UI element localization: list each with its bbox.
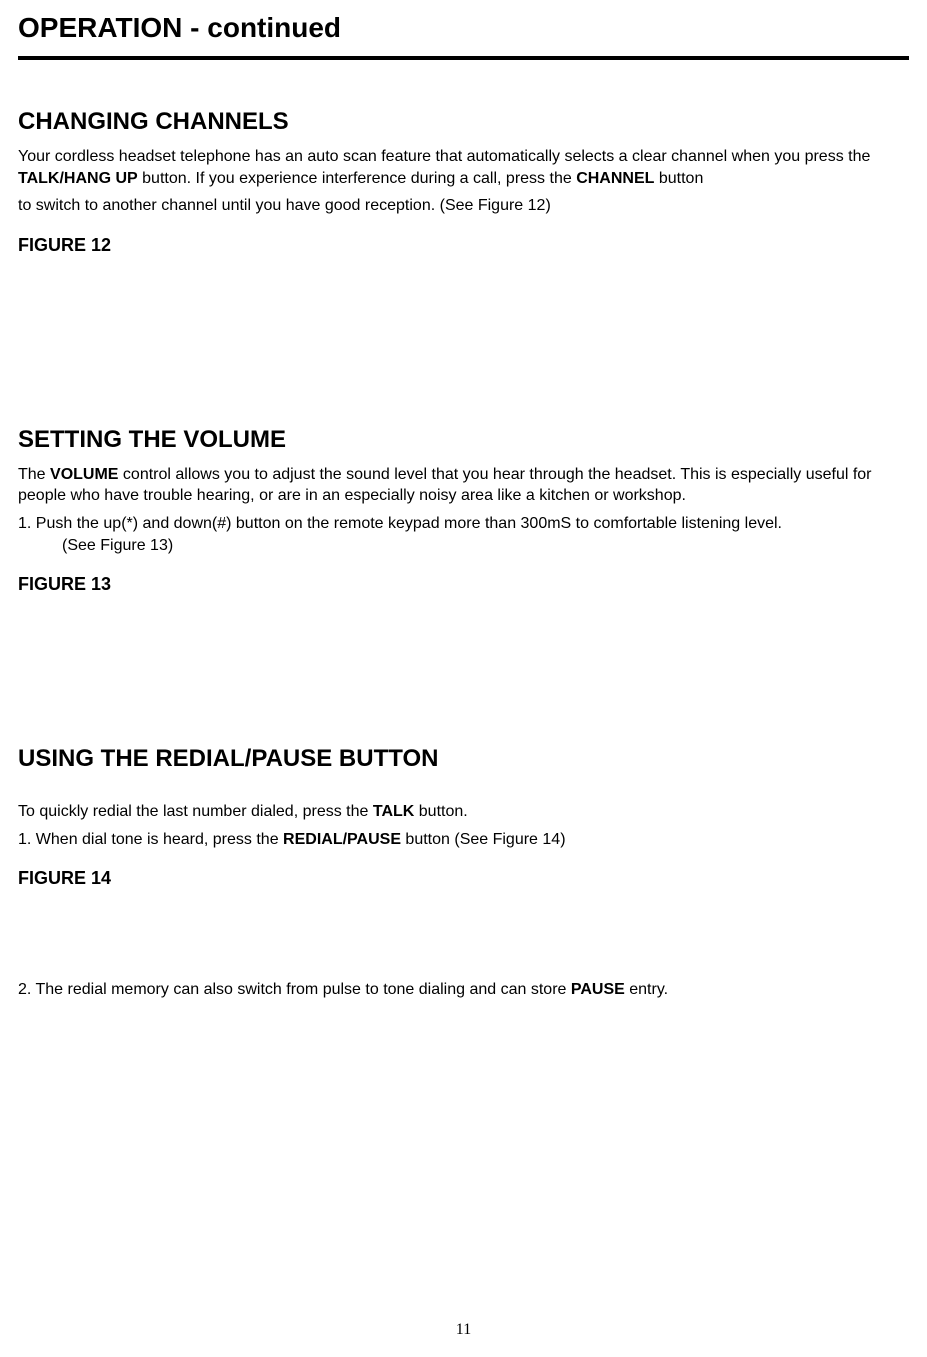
- para-changing-channels-2: to switch to another channel until you h…: [18, 195, 909, 217]
- text-fragment: button: [654, 170, 703, 187]
- list-redial-1: 1. When dial tone is heard, press the RE…: [18, 829, 909, 851]
- bold-redial-pause: REDIAL/PAUSE: [283, 831, 401, 848]
- heading-setting-volume: SETTING THE VOLUME: [18, 426, 909, 454]
- bold-pause: PAUSE: [571, 981, 625, 998]
- bold-talk: TALK: [373, 803, 414, 820]
- bold-volume: VOLUME: [50, 466, 118, 483]
- page-number: 11: [456, 1321, 471, 1339]
- bold-talk-hangup: TALK/HANG UP: [18, 170, 138, 187]
- text-fragment: button.: [414, 803, 467, 820]
- para-changing-channels-1: Your cordless headset telephone has an a…: [18, 146, 909, 189]
- text-fragment: control allows you to adjust the sound l…: [18, 466, 872, 505]
- text-fragment: The: [18, 466, 50, 483]
- text-fragment: Your cordless headset telephone has an a…: [18, 148, 870, 165]
- text-fragment: 1. When dial tone is heard, press the: [18, 831, 283, 848]
- text-fragment: 2. The redial memory can also switch fro…: [18, 981, 571, 998]
- page-title: OPERATION - continued: [18, 12, 909, 44]
- figure-12-placeholder: [18, 256, 909, 426]
- text-sub-fragment: (See Figure 13): [40, 535, 909, 557]
- text-fragment: 1. Push the up(*) and down(#) button on …: [18, 515, 782, 532]
- list-redial-2: 2. The redial memory can also switch fro…: [18, 979, 909, 1001]
- title-main: OPERATION: [18, 12, 182, 43]
- heading-changing-channels: CHANGING CHANNELS: [18, 108, 909, 136]
- text-fragment: button (See Figure 14): [401, 831, 566, 848]
- figure-12-label: FIGURE 12: [18, 235, 909, 256]
- figure-14-placeholder: [18, 889, 909, 979]
- bold-channel: CHANNEL: [576, 170, 654, 187]
- title-suffix: - continued: [182, 12, 341, 43]
- spacer: [18, 783, 909, 801]
- para-redial-1: To quickly redial the last number dialed…: [18, 801, 909, 823]
- para-volume-1: The VOLUME control allows you to adjust …: [18, 464, 909, 507]
- text-fragment: button. If you experience interference d…: [138, 170, 576, 187]
- figure-13-placeholder: [18, 595, 909, 745]
- heading-redial-pause: USING THE REDIAL/PAUSE BUTTON: [18, 745, 909, 773]
- figure-14-label: FIGURE 14: [18, 868, 909, 889]
- header-divider: [18, 56, 909, 60]
- figure-13-label: FIGURE 13: [18, 574, 909, 595]
- text-fragment: entry.: [625, 981, 668, 998]
- list-volume-1: 1. Push the up(*) and down(#) button on …: [18, 513, 909, 556]
- text-fragment: To quickly redial the last number dialed…: [18, 803, 373, 820]
